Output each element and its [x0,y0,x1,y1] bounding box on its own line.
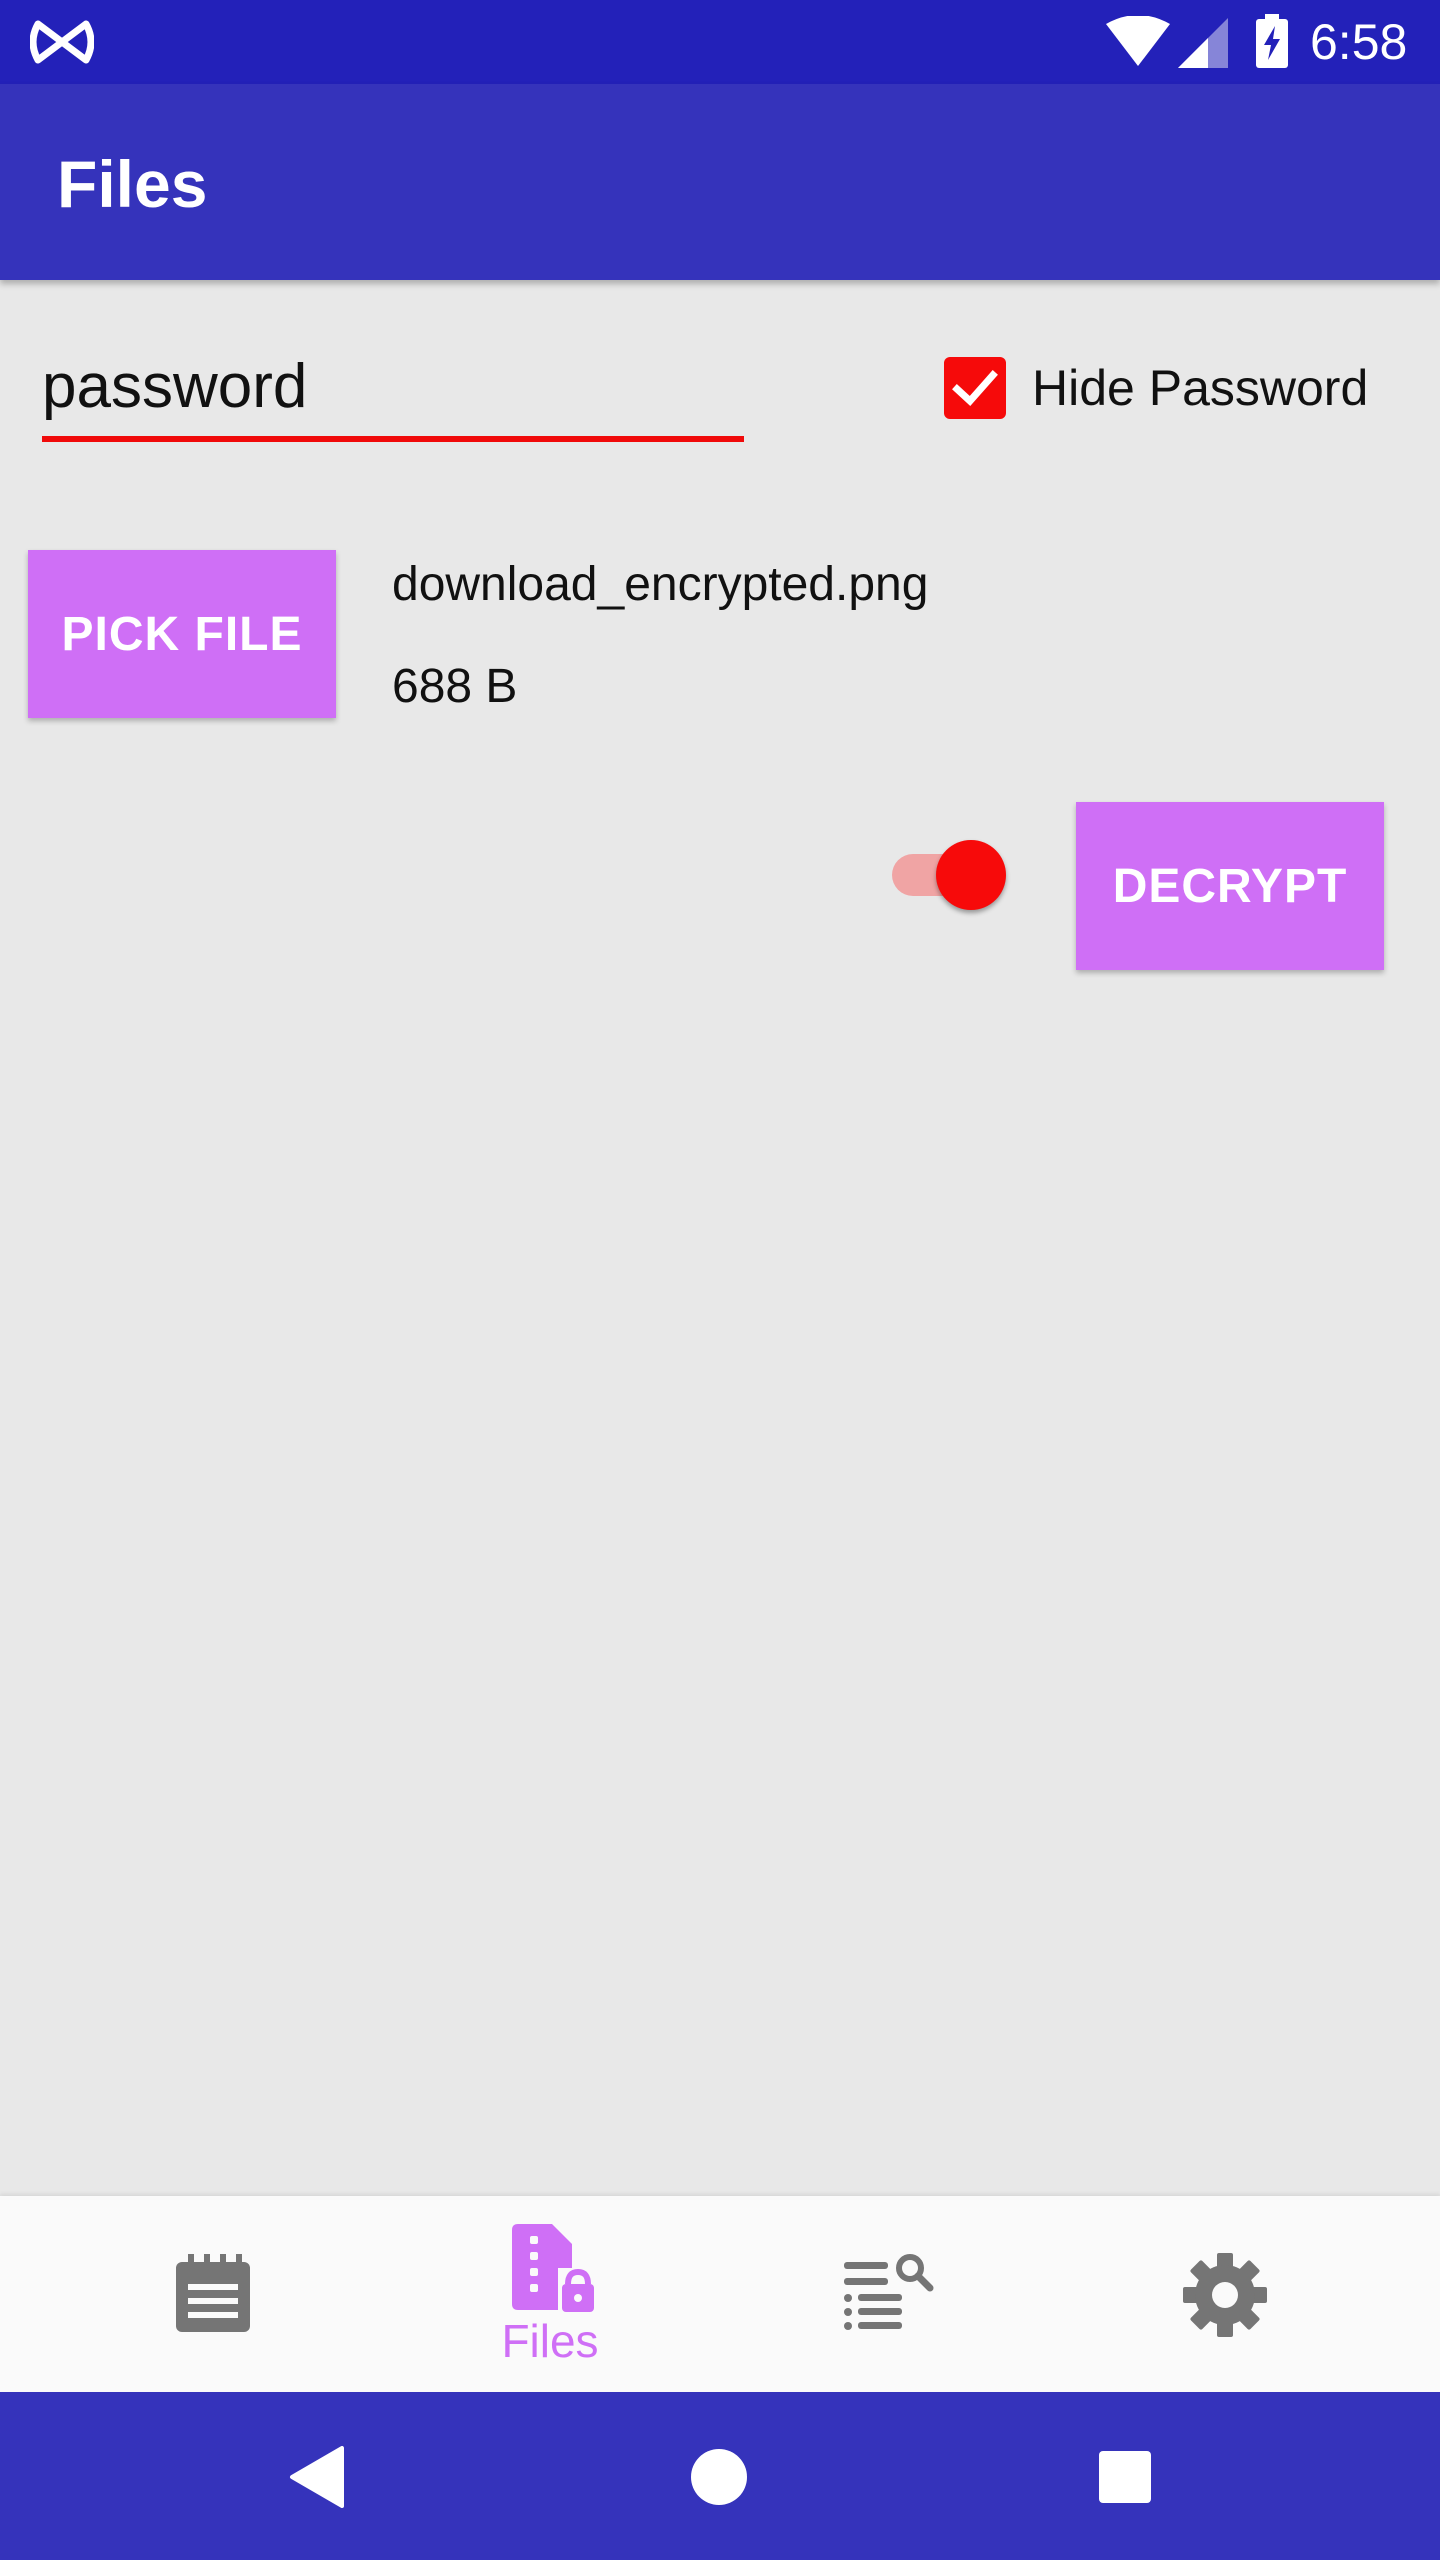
password-input[interactable] [42,338,744,434]
password-underline [42,436,744,442]
page-title: Files [57,147,208,221]
status-clock: 6:58 [1310,14,1408,70]
wifi-icon [1106,16,1170,66]
switch-thumb [936,840,1006,910]
status-bar: 6:58 [0,0,1440,84]
cell-signal-icon [1178,18,1228,68]
pick-file-button[interactable]: PICK FILE [28,550,336,718]
nav-item-settings[interactable] [1042,2196,1402,2392]
system-navigation-bar [0,2392,1440,2560]
bottom-navigation: Files [0,2196,1440,2392]
nav-item-search-list[interactable] [706,2196,1066,2392]
home-icon[interactable] [690,2448,748,2506]
checkmark-icon [952,370,998,406]
file-size: 688 B [392,660,518,713]
nav-item-files[interactable]: Files [370,2196,730,2392]
battery-charging-icon [1256,14,1288,68]
screen: 6:58 Files Hide Password PICK FILE downl… [0,0,1440,2560]
nav-label-files: Files [501,2315,599,2367]
hide-password-label: Hide Password [1032,360,1369,416]
nav-item-notes[interactable] [34,2196,394,2392]
file-name: download_encrypted.png [392,558,929,611]
list-search-icon [844,2254,934,2330]
notes-icon [176,2254,250,2332]
lock-file-icon [512,2224,594,2312]
password-field[interactable] [42,338,744,442]
app-notification-icon [30,20,94,64]
decrypt-button[interactable]: DECRYPT [1076,802,1384,970]
checkbox-checked-icon[interactable] [944,357,1006,419]
encrypt-decrypt-switch[interactable] [890,838,1010,910]
app-bar: Files [0,84,1440,280]
gear-icon [1183,2253,1267,2337]
recents-icon[interactable] [1098,2450,1152,2504]
hide-password-checkbox[interactable]: Hide Password [944,354,1368,422]
back-icon[interactable] [288,2446,344,2508]
